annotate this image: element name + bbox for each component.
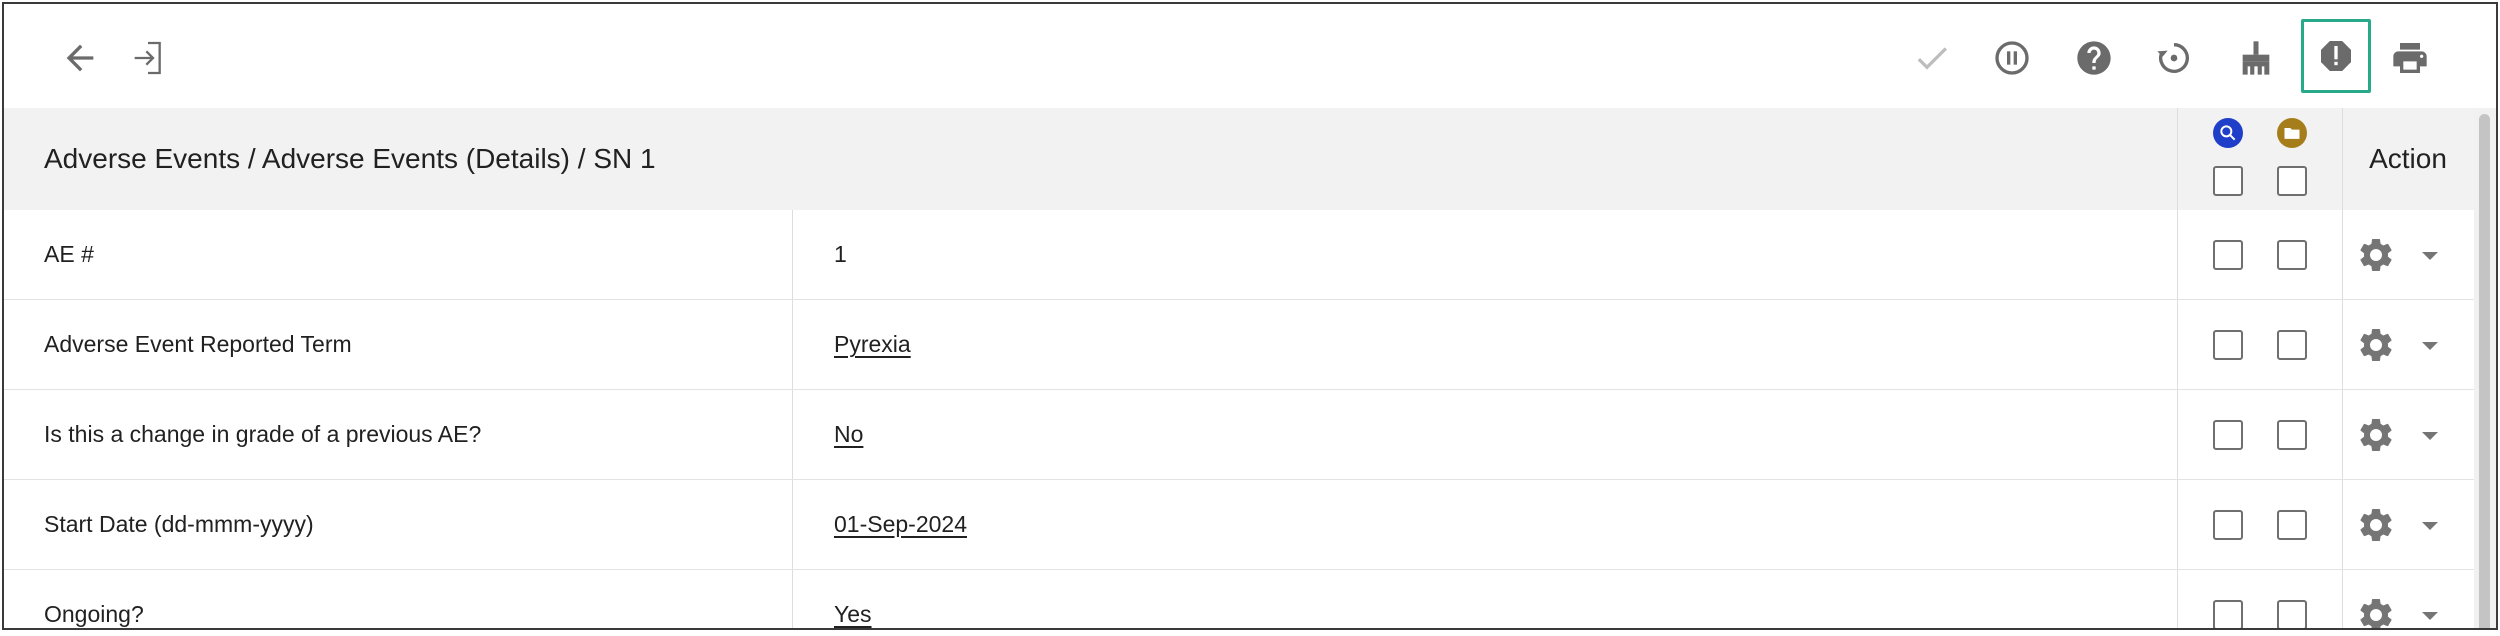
query-checkbox[interactable]: [2213, 330, 2243, 360]
table-header: Adverse Events / Adverse Events (Details…: [4, 108, 2474, 210]
select-all-query-checkbox[interactable]: [2213, 166, 2243, 196]
clear-button[interactable]: [2228, 30, 2284, 86]
query-checkbox[interactable]: [2213, 240, 2243, 270]
field-value-link[interactable]: Yes: [834, 570, 872, 628]
back-button[interactable]: [52, 30, 108, 86]
enter-form-icon: [134, 41, 161, 75]
alert-button[interactable]: [2301, 19, 2371, 93]
checkmark-icon: [1917, 47, 1947, 70]
folder-checkbox[interactable]: [2277, 420, 2307, 450]
field-label: Is this a change in grade of a previous …: [44, 421, 482, 447]
clear-brush-icon: [2242, 41, 2270, 75]
chevron-down-icon[interactable]: [2420, 340, 2440, 352]
alert-icon: [2321, 41, 2351, 71]
folder-checkbox[interactable]: [2277, 330, 2307, 360]
gear-icon[interactable]: [2356, 325, 2396, 365]
table-row: AE # 1: [4, 210, 2474, 300]
help-icon: [2077, 41, 2111, 75]
history-icon: [2157, 43, 2189, 73]
gear-icon[interactable]: [2356, 415, 2396, 455]
field-label: AE #: [44, 241, 94, 267]
field-value-link[interactable]: Pyrexia: [834, 300, 911, 389]
chevron-down-icon[interactable]: [2420, 250, 2440, 262]
table-row: Adverse Event Reported Term Pyrexia: [4, 300, 2474, 390]
gear-icon[interactable]: [2356, 235, 2396, 275]
chevron-down-icon[interactable]: [2420, 520, 2440, 532]
history-button[interactable]: [2146, 30, 2202, 86]
folder-checkbox[interactable]: [2277, 510, 2307, 540]
help-button[interactable]: [2066, 30, 2122, 86]
query-checkbox[interactable]: [2213, 420, 2243, 450]
query-checkbox[interactable]: [2213, 510, 2243, 540]
folder-checkbox[interactable]: [2277, 240, 2307, 270]
gear-icon[interactable]: [2356, 595, 2396, 630]
field-label: Adverse Event Reported Term: [44, 331, 352, 357]
scrollbar-thumb[interactable]: [2479, 114, 2490, 628]
field-value-link[interactable]: 01-Sep-2024: [834, 480, 967, 569]
toolbar: [4, 4, 2496, 108]
field-value: 1: [834, 241, 847, 267]
table-row: Ongoing? Yes: [4, 570, 2474, 630]
folder-icon[interactable]: [2277, 118, 2307, 148]
breadcrumb: Adverse Events / Adverse Events (Details…: [44, 143, 656, 174]
vertical-scrollbar[interactable]: [2474, 108, 2496, 628]
action-column-header: Action: [2369, 143, 2447, 174]
table-row: Is this a change in grade of a previous …: [4, 390, 2474, 480]
chevron-down-icon[interactable]: [2420, 610, 2440, 622]
gear-icon[interactable]: [2356, 505, 2396, 545]
folder-checkbox[interactable]: [2277, 600, 2307, 628]
enter-form-button[interactable]: [120, 30, 176, 86]
query-checkbox[interactable]: [2213, 600, 2243, 628]
select-all-folder-checkbox[interactable]: [2277, 166, 2307, 196]
field-label: Start Date (dd-mmm-yyyy): [44, 511, 314, 537]
query-icon[interactable]: [2213, 118, 2243, 148]
field-label: Ongoing?: [44, 601, 144, 627]
pause-icon: [1995, 41, 2029, 75]
app-frame: Adverse Events / Adverse Events (Details…: [2, 2, 2498, 630]
back-arrow-icon: [66, 44, 94, 72]
field-value-link[interactable]: No: [834, 390, 863, 479]
pause-button[interactable]: [1984, 30, 2040, 86]
print-button[interactable]: [2382, 30, 2438, 86]
chevron-down-icon[interactable]: [2420, 430, 2440, 442]
form-table: Adverse Events / Adverse Events (Details…: [4, 108, 2474, 630]
save-check-button[interactable]: [1904, 30, 1960, 86]
print-icon: [2393, 43, 2427, 73]
table-row: Start Date (dd-mmm-yyyy) 01-Sep-2024: [4, 480, 2474, 570]
